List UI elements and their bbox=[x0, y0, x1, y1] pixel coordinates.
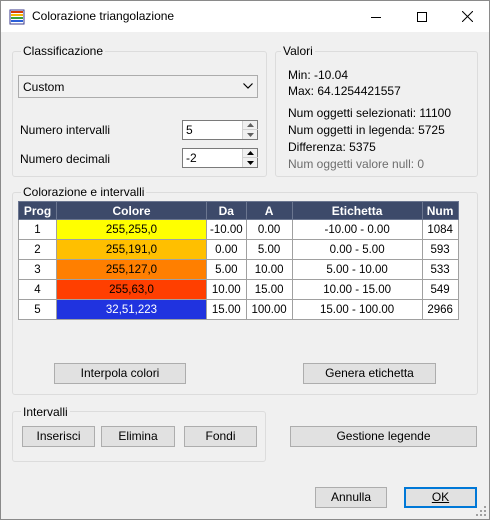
elimina-button[interactable]: Elimina bbox=[101, 426, 175, 447]
cell-etichetta[interactable]: 10.00 - 15.00 bbox=[291, 279, 423, 300]
cell-etichetta[interactable]: 15.00 - 100.00 bbox=[291, 299, 423, 320]
table-row[interactable]: 4 255,63,0 10.00 15.00 10.00 - 15.00 549 bbox=[18, 279, 459, 300]
cell-da[interactable]: 15.00 bbox=[206, 299, 247, 320]
cell-num[interactable]: 549 bbox=[421, 279, 459, 300]
classificazione-combo-value: Custom bbox=[23, 80, 65, 94]
spin-up-button[interactable] bbox=[243, 149, 258, 158]
caret-up-icon bbox=[247, 151, 254, 155]
cell-da[interactable]: 0.00 bbox=[206, 239, 247, 260]
title-bar[interactable]: Colorazione triangolazione bbox=[1, 1, 489, 32]
table-header-row: Prog Colore Da A Etichetta Num bbox=[18, 201, 459, 220]
cell-colore[interactable]: 255,191,0 bbox=[56, 239, 207, 260]
valori-min: Min: -10.04 bbox=[288, 68, 349, 82]
numero-decimali-spinner[interactable]: -2 bbox=[182, 148, 258, 168]
dialog-window: Colorazione triangolazione Classificazio… bbox=[0, 0, 490, 520]
caret-up-icon bbox=[247, 123, 254, 127]
caret-down-icon bbox=[247, 160, 254, 165]
col-header-prog[interactable]: Prog bbox=[18, 201, 57, 220]
cell-a[interactable]: 0.00 bbox=[245, 219, 293, 240]
col-header-colore[interactable]: Colore bbox=[56, 201, 207, 220]
col-header-num[interactable]: Num bbox=[421, 201, 459, 220]
valori-legend: Num oggetti in legenda: 5725 bbox=[288, 123, 445, 137]
cell-etichetta[interactable]: -10.00 - 0.00 bbox=[291, 219, 423, 240]
col-header-da[interactable]: Da bbox=[206, 201, 247, 220]
valori-group-label: Valori bbox=[281, 44, 315, 58]
close-button[interactable] bbox=[444, 1, 490, 32]
window-title: Colorazione triangolazione bbox=[32, 9, 175, 23]
cell-colore[interactable]: 32,51,223 bbox=[56, 299, 207, 320]
cell-num[interactable]: 2966 bbox=[421, 299, 459, 320]
numero-intervalli-spinner[interactable]: 5 bbox=[182, 120, 258, 140]
valori-max: Max: 64.1254421557 bbox=[288, 84, 401, 98]
spin-up-button[interactable] bbox=[243, 121, 258, 130]
fondi-button[interactable]: Fondi bbox=[184, 426, 257, 447]
cell-etichetta[interactable]: 5.00 - 10.00 bbox=[291, 259, 423, 280]
cell-etichetta[interactable]: 0.00 - 5.00 bbox=[291, 239, 423, 260]
cell-prog[interactable]: 1 bbox=[18, 219, 57, 240]
cell-a[interactable]: 100.00 bbox=[245, 299, 293, 320]
cell-prog[interactable]: 4 bbox=[18, 279, 57, 300]
col-header-etichetta[interactable]: Etichetta bbox=[291, 201, 423, 220]
table-row[interactable]: 3 255,127,0 5.00 10.00 5.00 - 10.00 533 bbox=[18, 259, 459, 280]
cell-prog[interactable]: 5 bbox=[18, 299, 57, 320]
cell-a[interactable]: 5.00 bbox=[245, 239, 293, 260]
minimize-icon bbox=[371, 16, 381, 18]
cell-prog[interactable]: 3 bbox=[18, 259, 57, 280]
cell-a[interactable]: 10.00 bbox=[245, 259, 293, 280]
ok-button[interactable]: OK bbox=[404, 487, 477, 508]
spin-buttons bbox=[242, 149, 258, 167]
classificazione-group-label: Classificazione bbox=[21, 44, 106, 58]
spin-buttons bbox=[242, 121, 258, 139]
maximize-button[interactable] bbox=[399, 1, 445, 32]
classificazione-combo[interactable]: Custom bbox=[18, 75, 258, 98]
cell-colore[interactable]: 255,63,0 bbox=[56, 279, 207, 300]
caret-down-icon bbox=[247, 132, 254, 137]
table-row[interactable]: 1 255,255,0 -10.00 0.00 -10.00 - 0.00 10… bbox=[18, 219, 459, 240]
valori-diff: Differenza: 5375 bbox=[288, 140, 376, 154]
cell-colore[interactable]: 255,255,0 bbox=[56, 219, 207, 240]
table-row[interactable]: 2 255,191,0 0.00 5.00 0.00 - 5.00 593 bbox=[18, 239, 459, 260]
chevron-down-icon bbox=[243, 83, 253, 89]
cell-num[interactable]: 533 bbox=[421, 259, 459, 280]
intervals-table[interactable]: Prog Colore Da A Etichetta Num 1 255,255… bbox=[18, 201, 459, 320]
cell-da[interactable]: 5.00 bbox=[206, 259, 247, 280]
colorazione-group-label: Colorazione e intervalli bbox=[21, 185, 147, 199]
numero-decimali-value: -2 bbox=[186, 151, 197, 165]
ok-button-label: OK bbox=[431, 490, 450, 504]
annulla-button[interactable]: Annulla bbox=[315, 487, 387, 508]
cell-num[interactable]: 1084 bbox=[421, 219, 459, 240]
cell-colore[interactable]: 255,127,0 bbox=[56, 259, 207, 280]
cell-a[interactable]: 15.00 bbox=[245, 279, 293, 300]
app-icon bbox=[9, 9, 25, 25]
numero-intervalli-label: Numero intervalli bbox=[20, 123, 111, 137]
valori-null: Num oggetti valore null: 0 bbox=[288, 157, 425, 171]
minimize-button[interactable] bbox=[353, 1, 399, 32]
maximize-icon bbox=[417, 11, 427, 22]
spin-down-button[interactable] bbox=[243, 130, 258, 139]
genera-etichetta-button[interactable]: Genera etichetta bbox=[303, 363, 436, 384]
cell-da[interactable]: 10.00 bbox=[206, 279, 247, 300]
table-row[interactable]: 5 32,51,223 15.00 100.00 15.00 - 100.00 … bbox=[18, 299, 459, 320]
intervalli-group-label: Intervalli bbox=[21, 405, 70, 419]
interpola-colori-button[interactable]: Interpola colori bbox=[54, 363, 186, 384]
cell-da[interactable]: -10.00 bbox=[206, 219, 247, 240]
numero-intervalli-value: 5 bbox=[186, 123, 193, 137]
resize-grip-icon[interactable] bbox=[476, 506, 487, 517]
spin-down-button[interactable] bbox=[243, 158, 258, 167]
close-icon bbox=[461, 11, 473, 22]
cell-prog[interactable]: 2 bbox=[18, 239, 57, 260]
cell-num[interactable]: 593 bbox=[421, 239, 459, 260]
col-header-a[interactable]: A bbox=[245, 201, 293, 220]
gestione-legende-button[interactable]: Gestione legende bbox=[290, 426, 477, 447]
numero-decimali-label: Numero decimali bbox=[20, 152, 111, 166]
inserisci-button[interactable]: Inserisci bbox=[22, 426, 95, 447]
valori-selected: Num oggetti selezionati: 11100 bbox=[288, 106, 451, 120]
